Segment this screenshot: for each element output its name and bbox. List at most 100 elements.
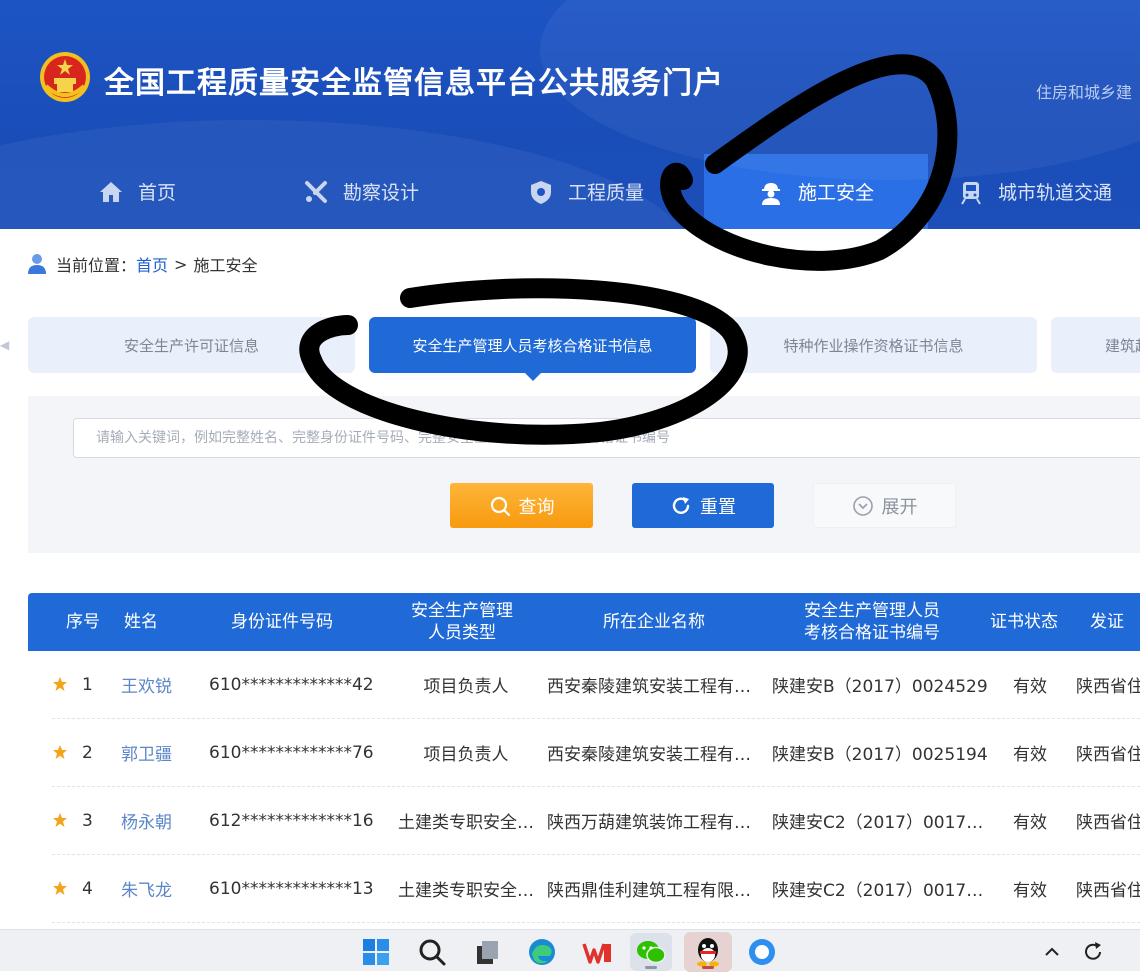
qq-active-indicator — [702, 966, 714, 969]
query-button-label: 查询 — [518, 496, 555, 518]
nav-item-home[interactable]: 首页 — [98, 154, 176, 229]
table-row[interactable]: 1 王欢锐 610*************42 项目负责人 西安秦陵建筑安装工… — [52, 651, 1140, 719]
query-button[interactable]: 查询 — [450, 483, 593, 528]
keyword-search-input[interactable] — [73, 418, 1140, 458]
reset-button[interactable]: 重置 — [632, 483, 774, 528]
cell-status: 有效 — [1013, 881, 1047, 901]
expand-button[interactable]: 展开 — [813, 483, 956, 528]
wechat-active-indicator — [645, 966, 657, 969]
search-icon[interactable] — [416, 936, 448, 968]
site-header: 全国工程质量安全监管信息平台公共服务门户 住房和城乡建 首页 勘察设计 工程质量… — [0, 0, 1140, 229]
nav-item-quality[interactable]: 工程质量 — [528, 154, 644, 229]
cell-issuer: 陕西省住 — [1076, 677, 1140, 697]
quality-shield-icon — [531, 180, 551, 204]
star-icon[interactable] — [52, 880, 68, 896]
star-icon[interactable] — [52, 812, 68, 828]
tab-special-operation-certificate[interactable]: 特种作业操作资格证书信息 — [710, 317, 1037, 373]
breadcrumb-separator: > — [174, 254, 188, 274]
tab-safety-license[interactable]: 安全生产许可证信息 — [28, 317, 355, 373]
cell-status: 有效 — [1013, 677, 1047, 697]
ministry-link[interactable]: 住房和城乡建 — [1036, 79, 1132, 103]
col-type-line1: 安全生产管理 — [411, 601, 513, 621]
breadcrumb-current: 施工安全 — [193, 256, 258, 275]
cell-company: 陕西鼎佳利建筑工程有限… — [547, 881, 751, 901]
tab-construction-machinery[interactable]: 建筑起 — [1051, 317, 1140, 373]
cell-index: 3 — [82, 810, 93, 831]
cell-index: 4 — [82, 878, 93, 899]
cell-id: 612*************16 — [209, 810, 374, 831]
cell-company: 西安秦陵建筑安装工程有… — [547, 745, 751, 765]
tab-label: 特种作业操作资格证书信息 — [783, 336, 964, 355]
cell-cert: 陕建安B（2017）0025194 — [772, 745, 988, 765]
nav-item-urban-rail[interactable]: 城市轨道交通 — [958, 154, 1112, 229]
cell-status: 有效 — [1013, 813, 1047, 833]
nav-item-label: 首页 — [138, 182, 177, 204]
nav-item-label: 工程质量 — [568, 182, 645, 204]
home-icon — [100, 181, 122, 202]
search-icon — [490, 496, 510, 516]
table-row[interactable]: 2 郭卫疆 610*************76 项目负责人 西安秦陵建筑安装工… — [52, 719, 1140, 787]
cell-company: 西安秦陵建筑安装工程有… — [547, 677, 751, 697]
star-icon[interactable] — [52, 744, 68, 760]
expand-button-label: 展开 — [881, 496, 918, 518]
windows-start-icon[interactable] — [360, 936, 392, 968]
cell-name-link[interactable]: 杨永朝 — [121, 787, 172, 854]
cell-issuer: 陕西省住 — [1076, 881, 1140, 901]
cell-id: 610*************76 — [209, 742, 374, 763]
task-view-icon[interactable] — [471, 936, 503, 968]
col-id: 身份证件号码 — [231, 612, 333, 632]
col-company: 所在企业名称 — [603, 612, 705, 632]
tab-label: 安全生产许可证信息 — [123, 336, 259, 355]
cell-issuer: 陕西省住 — [1076, 813, 1140, 833]
breadcrumb-prefix: 当前位置： — [56, 256, 137, 275]
table-row[interactable]: 3 杨永朝 612*************16 土建类专职安全… 陕西万葫建筑… — [52, 787, 1140, 855]
col-cert: 安全生产管理人员 考核合格证书编号 — [786, 593, 958, 651]
breadcrumb-home-link[interactable]: 首页 — [136, 252, 168, 276]
col-cert-line2: 考核合格证书编号 — [804, 623, 940, 643]
cell-name-link[interactable]: 朱飞龙 — [121, 855, 172, 922]
cell-type: 项目负责人 — [423, 745, 509, 765]
cell-id: 610*************42 — [209, 674, 374, 695]
refresh-icon — [672, 496, 690, 514]
national-emblem-icon — [40, 52, 90, 102]
worker-icon — [761, 182, 780, 205]
table-row[interactable]: 4 朱飞龙 610*************13 土建类专职安全… 陕西鼎佳利建… — [52, 855, 1140, 923]
col-issuer: 发证 — [1090, 612, 1124, 632]
col-cert-line1: 安全生产管理人员 — [804, 601, 940, 621]
cell-cert: 陕建安B（2017）0024529 — [772, 677, 988, 697]
tab-label: 建筑起 — [1105, 336, 1140, 355]
chevron-up-icon[interactable] — [1042, 942, 1062, 962]
cell-type: 土建类专职安全… — [398, 813, 534, 833]
star-icon[interactable] — [52, 676, 68, 692]
col-type: 安全生产管理 人员类型 — [390, 593, 534, 651]
train-icon — [961, 181, 981, 205]
col-name: 姓名 — [124, 612, 158, 632]
main-nav: 首页 勘察设计 工程质量 施工安全 城市轨道交通 — [0, 154, 1140, 229]
cell-name-link[interactable]: 郭卫疆 — [121, 719, 172, 786]
cell-name-link[interactable]: 王欢锐 — [121, 651, 172, 718]
tab-label: 安全生产管理人员考核合格证书信息 — [412, 336, 653, 355]
table-header: 序号 姓名 身份证件号码 安全生产管理 人员类型 所在企业名称 安全生产管理人员… — [28, 593, 1140, 651]
tab-manager-certificate[interactable]: 安全生产管理人员考核合格证书信息 — [369, 317, 696, 381]
cell-status: 有效 — [1013, 745, 1047, 765]
cell-index: 2 — [82, 742, 93, 763]
sync-icon[interactable] — [1080, 939, 1106, 965]
wechat-icon — [637, 941, 666, 964]
app-icon[interactable] — [746, 936, 778, 968]
nav-item-label: 勘察设计 — [343, 182, 420, 204]
edge-browser-icon[interactable] — [526, 936, 558, 968]
cell-type: 土建类专职安全… — [398, 881, 534, 901]
cell-id: 610*************13 — [209, 878, 374, 899]
tabs-scroll-left-icon[interactable]: ◀ — [0, 338, 9, 352]
nav-item-label: 施工安全 — [797, 182, 874, 204]
wps-office-icon[interactable] — [581, 936, 613, 968]
nav-item-survey-design[interactable]: 勘察设计 — [303, 154, 419, 229]
col-type-line2: 人员类型 — [428, 623, 496, 643]
windows-taskbar — [0, 929, 1140, 972]
cell-company: 陕西万葫建筑装饰工程有… — [547, 813, 751, 833]
design-tools-icon — [305, 180, 327, 203]
col-index: 序号 — [66, 612, 100, 632]
nav-item-construction-safety[interactable]: 施工安全 — [704, 154, 928, 229]
cell-issuer: 陕西省住 — [1076, 745, 1140, 765]
nav-item-label: 城市轨道交通 — [998, 182, 1113, 204]
